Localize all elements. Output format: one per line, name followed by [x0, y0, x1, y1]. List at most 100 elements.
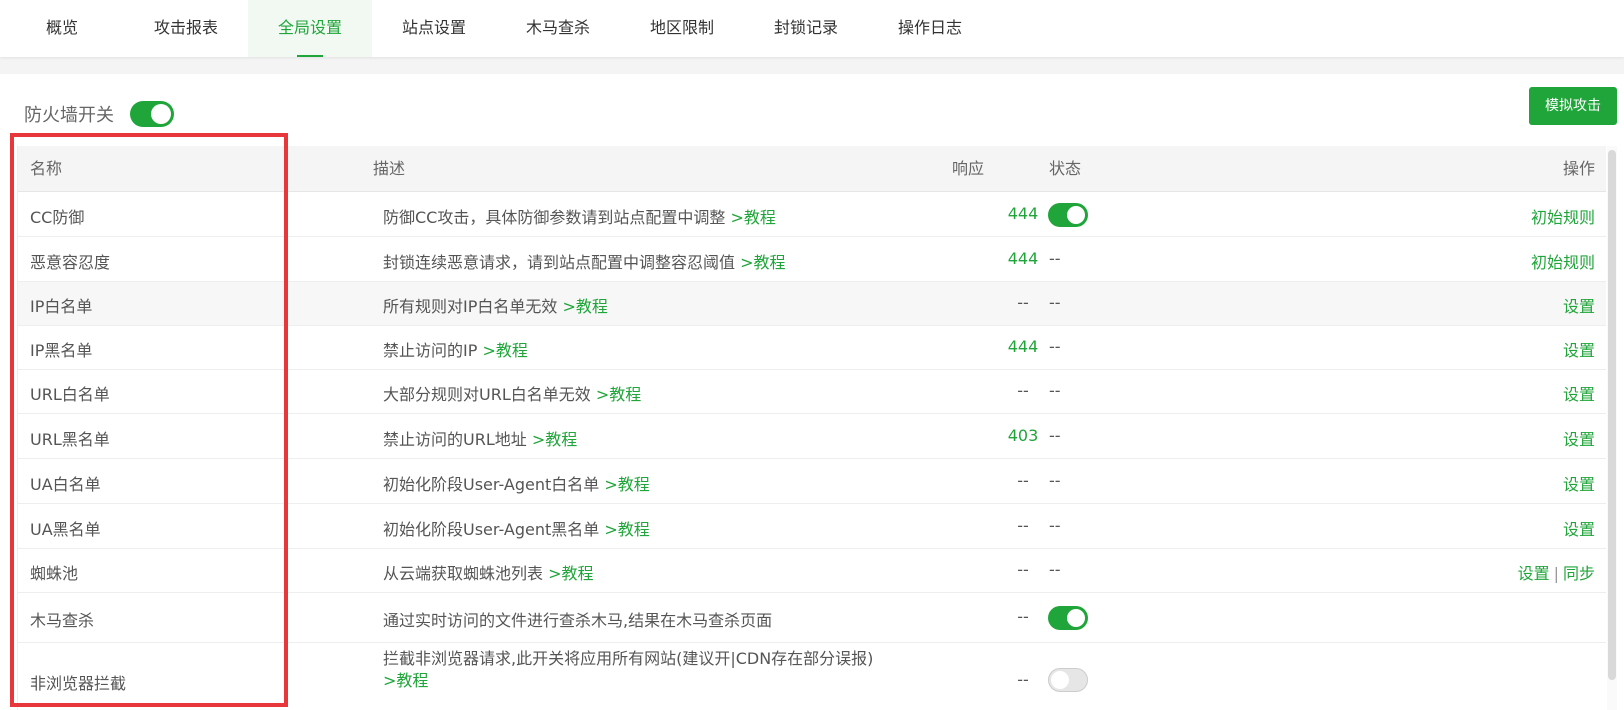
action-link[interactable]: 设置 [1563, 430, 1595, 449]
table-row: IP黑名单 禁止访问的IP >教程 444 -- 设置 [18, 326, 1606, 370]
rule-description: 所有规则对IP白名单无效 >教程 [383, 293, 608, 317]
table-row: 蜘蛛池 从云端获取蜘蛛池列表 >教程 -- -- 设置 | 同步 [18, 549, 1606, 593]
rule-status-toggle[interactable] [1048, 606, 1088, 630]
firewall-toggle[interactable] [130, 101, 174, 127]
rule-status: -- [1049, 516, 1061, 535]
action-link[interactable]: 初始规则 [1531, 253, 1595, 272]
rule-description-text: 初始化阶段User-Agent黑名单 [383, 520, 600, 539]
action-link[interactable]: 设置 [1563, 341, 1595, 360]
rule-actions: 设置 [1563, 293, 1595, 317]
rule-description-text: 初始化阶段User-Agent白名单 [383, 475, 600, 494]
table-row: IP白名单 所有规则对IP白名单无效 >教程 -- -- 设置 [18, 282, 1606, 326]
rule-response: -- [1017, 381, 1029, 400]
tab-block-records[interactable]: 封锁记录 [744, 0, 868, 57]
header-action: 操作 [1562, 159, 1595, 178]
table-row: 木马查杀 通过实时访问的文件进行查杀木马,结果在木马查杀页面 -- [18, 593, 1606, 643]
rule-actions: 设置 [1563, 337, 1595, 361]
rule-response: -- [1017, 670, 1029, 689]
rule-status: -- [1049, 426, 1061, 445]
action-link[interactable]: 设置 [1563, 385, 1595, 404]
rule-actions: 初始规则 [1531, 249, 1595, 273]
tutorial-link[interactable]: >教程 [482, 341, 527, 360]
rule-description: 大部分规则对URL白名单无效 >教程 [383, 381, 641, 405]
rule-status: -- [1049, 381, 1061, 400]
header-name: 名称 [30, 159, 63, 178]
tutorial-link[interactable]: >教程 [740, 253, 785, 272]
rule-name: CC防御 [30, 208, 85, 227]
rule-status: -- [1049, 471, 1061, 490]
tab-operation-log[interactable]: 操作日志 [868, 0, 992, 57]
tab-overview[interactable]: 概览 [0, 0, 124, 57]
rule-response: 444 [1007, 249, 1039, 268]
rule-description-text: 禁止访问的URL地址 [383, 430, 527, 449]
tutorial-link[interactable]: >教程 [730, 208, 775, 227]
action-link[interactable]: 初始规则 [1531, 208, 1595, 227]
tutorial-link[interactable]: >教程 [548, 564, 593, 583]
rule-status: -- [1049, 560, 1061, 579]
rule-description-text: 封锁连续恶意请求，请到站点配置中调整容忍阈值 [383, 253, 736, 272]
simulate-attack-button[interactable]: 模拟攻击 [1529, 87, 1617, 125]
rule-name: IP黑名单 [30, 341, 93, 360]
tutorial-link[interactable]: >教程 [562, 297, 607, 316]
action-link[interactable]: 设置 [1563, 520, 1595, 539]
rule-response: 403 [1007, 426, 1039, 445]
rule-description-text: 从云端获取蜘蛛池列表 [383, 564, 544, 583]
rule-name: IP白名单 [30, 297, 93, 316]
rule-status-toggle[interactable] [1048, 668, 1088, 692]
tutorial-link[interactable]: >教程 [604, 520, 649, 539]
rule-response: -- [1017, 607, 1029, 626]
action-link[interactable]: 设置 [1563, 297, 1595, 316]
rule-name: 蜘蛛池 [30, 564, 79, 583]
tab-attack-report[interactable]: 攻击报表 [124, 0, 248, 57]
rule-status: -- [1049, 249, 1061, 268]
rules-table: 名称 描述 响应 状态 操作 CC防御 防御CC攻击，具体防御参数请到站点配置中调… [17, 146, 1606, 710]
rule-response: 444 [1007, 337, 1039, 356]
table-row: 非浏览器拦截 拦截非浏览器请求,此开关将应用所有网站(建议开|CDN存在部分误报)… [18, 643, 1606, 710]
rule-description: 初始化阶段User-Agent白名单 >教程 [383, 471, 650, 495]
scrollbar-thumb[interactable] [1608, 150, 1616, 680]
action-link[interactable]: 设置 [1563, 475, 1595, 494]
tab-site-settings[interactable]: 站点设置 [372, 0, 496, 57]
rule-description: 通过实时访问的文件进行查杀木马,结果在木马查杀页面 [383, 607, 772, 631]
rule-description-text: 大部分规则对URL白名单无效 [383, 385, 591, 404]
rule-status-toggle[interactable] [1048, 203, 1088, 227]
table-row: 恶意容忍度 封锁连续恶意请求，请到站点配置中调整容忍阈值 >教程 444 -- 初始规则 [18, 237, 1606, 282]
rule-response: -- [1017, 560, 1029, 579]
rule-actions: 设置 [1563, 516, 1595, 540]
table-row: UA黑名单 初始化阶段User-Agent黑名单 >教程 -- -- 设置 [18, 504, 1606, 549]
rule-description: 拦截非浏览器请求,此开关将应用所有网站(建议开|CDN存在部分误报) >教程 [383, 648, 873, 692]
tutorial-link[interactable]: >教程 [604, 475, 649, 494]
tab-region-limit[interactable]: 地区限制 [620, 0, 744, 57]
table-row: URL白名单 大部分规则对URL白名单无效 >教程 -- -- 设置 [18, 370, 1606, 414]
rule-actions: 设置 [1563, 381, 1595, 405]
firewall-switch-label: 防火墙开关 [24, 105, 114, 126]
rule-status: -- [1049, 293, 1061, 312]
rule-actions: 设置 | 同步 [1518, 560, 1595, 584]
tab-trojan-scan[interactable]: 木马查杀 [496, 0, 620, 57]
rule-actions: 初始规则 [1531, 204, 1595, 228]
rule-name: 非浏览器拦截 [30, 674, 127, 693]
rule-name: URL白名单 [30, 385, 110, 404]
header-description: 描述 [373, 159, 406, 178]
rule-description: 禁止访问的IP >教程 [383, 337, 528, 361]
tab-global-settings[interactable]: 全局设置 [248, 0, 372, 57]
rule-description: 封锁连续恶意请求，请到站点配置中调整容忍阈值 >教程 [383, 249, 786, 273]
rule-description: 防御CC攻击，具体防御参数请到站点配置中调整 >教程 [383, 204, 776, 228]
action-link[interactable]: 同步 [1563, 564, 1595, 583]
rule-actions: 设置 [1563, 426, 1595, 450]
rule-response: -- [1017, 293, 1029, 312]
rule-response: 444 [1007, 204, 1039, 223]
tutorial-link[interactable]: >教程 [596, 385, 641, 404]
rule-name: UA黑名单 [30, 520, 101, 539]
header-status: 状态 [1049, 159, 1082, 178]
tutorial-link[interactable]: >教程 [532, 430, 577, 449]
rule-status: -- [1049, 337, 1061, 356]
tutorial-link[interactable]: >教程 [383, 671, 428, 690]
rule-description-text: 禁止访问的IP [383, 341, 478, 360]
table-header: 名称 描述 响应 状态 操作 [18, 146, 1606, 192]
rule-name: 木马查杀 [30, 611, 95, 630]
rule-description-text: 所有规则对IP白名单无效 [383, 297, 558, 316]
header-response: 响应 [952, 159, 985, 178]
rule-description-text: 通过实时访问的文件进行查杀木马,结果在木马查杀页面 [383, 611, 773, 630]
action-link[interactable]: 设置 [1518, 564, 1550, 583]
